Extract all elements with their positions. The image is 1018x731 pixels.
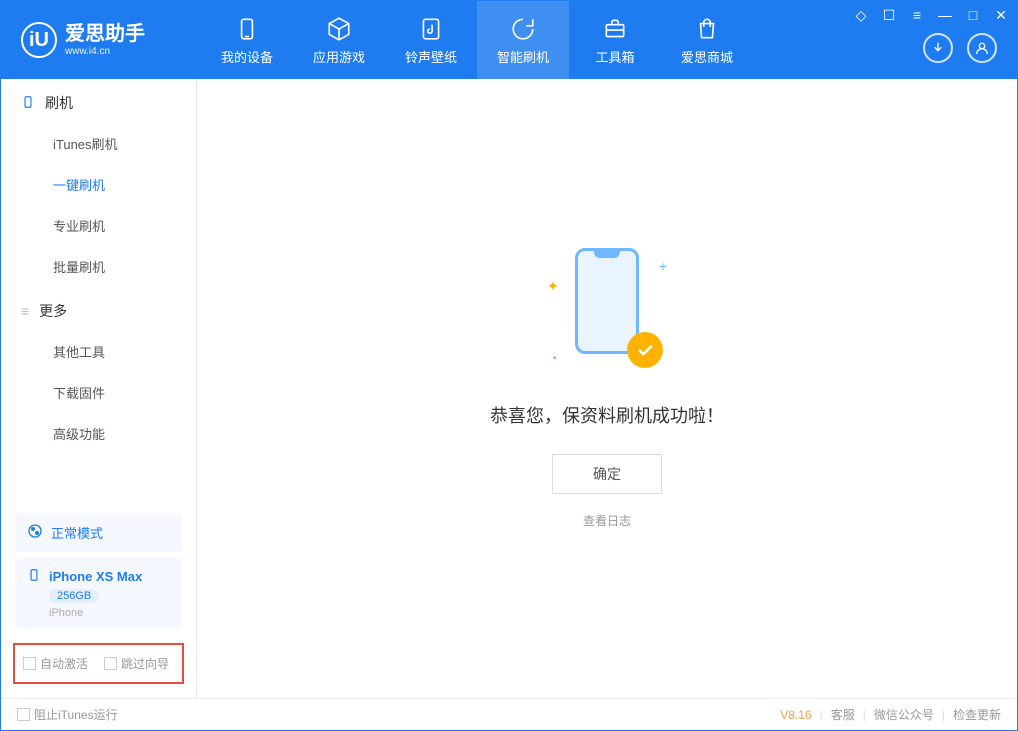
app-subtitle: www.i4.cn xyxy=(65,46,145,57)
sidebar-item-advanced[interactable]: 高级功能 xyxy=(1,413,196,454)
phone-outline-icon xyxy=(575,248,639,354)
tab-apps-games[interactable]: 应用游戏 xyxy=(293,1,385,79)
sidebar-group-flash: 刷机 xyxy=(1,79,196,123)
sidebar-item-oneclick-flash[interactable]: 一键刷机 xyxy=(1,164,196,205)
tab-toolbox[interactable]: 工具箱 xyxy=(569,1,661,79)
sidebar-item-pro-flash[interactable]: 专业刷机 xyxy=(1,205,196,246)
user-button[interactable] xyxy=(967,33,997,63)
tab-my-device[interactable]: 我的设备 xyxy=(201,1,293,79)
tab-label: 铃声壁纸 xyxy=(405,47,457,66)
view-log-link[interactable]: 查看日志 xyxy=(583,512,631,529)
tab-label: 我的设备 xyxy=(221,47,273,66)
tab-smart-flash[interactable]: 智能刷机 xyxy=(477,1,569,79)
sparkle-icon: + xyxy=(659,258,667,274)
sidebar-item-itunes-flash[interactable]: iTunes刷机 xyxy=(1,123,196,164)
sidebar-item-other-tools[interactable]: 其他工具 xyxy=(1,331,196,372)
version-label: V8.16 xyxy=(780,708,811,722)
refresh-shield-icon xyxy=(509,15,537,43)
shopping-bag-icon xyxy=(693,15,721,43)
sidebar: 刷机 iTunes刷机 一键刷机 专业刷机 批量刷机 ≡ 更多 其他工具 下载固… xyxy=(1,79,197,698)
minimize-icon[interactable]: — xyxy=(937,7,953,24)
toolbox-icon xyxy=(601,15,629,43)
ok-button[interactable]: 确定 xyxy=(552,454,662,494)
tab-ringtones-wallpapers[interactable]: 铃声壁纸 xyxy=(385,1,477,79)
checkbox-label: 跳过向导 xyxy=(121,655,169,672)
checkbox-block-itunes[interactable]: 阻止iTunes运行 xyxy=(17,706,118,723)
check-badge-icon xyxy=(627,332,663,368)
logo-icon: iU xyxy=(21,22,57,58)
header: iU 爱思助手 www.i4.cn 我的设备 应用游戏 xyxy=(1,1,1017,79)
device-name: iPhone XS Max xyxy=(49,569,142,584)
checkbox-label: 自动激活 xyxy=(40,655,88,672)
sidebar-item-download-firmware[interactable]: 下载固件 xyxy=(1,372,196,413)
menu-icon[interactable]: ≡ xyxy=(909,7,925,24)
cube-icon xyxy=(325,15,353,43)
tab-store[interactable]: 爱思商城 xyxy=(661,1,753,79)
checkbox-skip-guide[interactable]: 跳过向导 xyxy=(104,655,169,672)
sparkle-icon: ✦ xyxy=(547,278,559,295)
mode-card[interactable]: 正常模式 xyxy=(15,513,182,552)
feedback-icon[interactable]: ☐ xyxy=(881,7,897,24)
group-title: 刷机 xyxy=(45,93,73,113)
link-support[interactable]: 客服 xyxy=(831,706,855,723)
link-wechat[interactable]: 微信公众号 xyxy=(874,706,934,723)
logo-section: iU 爱思助手 www.i4.cn xyxy=(1,22,201,58)
mode-label: 正常模式 xyxy=(51,523,103,542)
mode-icon xyxy=(27,523,43,542)
app-title: 爱思助手 xyxy=(65,24,145,44)
status-bar: 阻止iTunes运行 V8.16 | 客服 | 微信公众号 | 检查更新 xyxy=(1,698,1017,730)
window-controls: ◇ ☐ ≡ — □ ✕ xyxy=(853,7,1009,24)
main-content: ✦ + • 恭喜您，保资料刷机成功啦！ 确定 查看日志 xyxy=(197,79,1017,698)
maximize-icon[interactable]: □ xyxy=(965,7,981,24)
device-card[interactable]: iPhone XS Max 256GB iPhone xyxy=(15,558,182,629)
device-phone-icon xyxy=(27,568,41,585)
download-button[interactable] xyxy=(923,33,953,63)
phone-small-icon xyxy=(21,95,35,112)
sidebar-item-batch-flash[interactable]: 批量刷机 xyxy=(1,246,196,287)
device-type: iPhone xyxy=(49,607,170,619)
checkbox-auto-activate[interactable]: 自动激活 xyxy=(23,655,88,672)
success-message: 恭喜您，保资料刷机成功啦！ xyxy=(490,402,724,428)
phone-icon xyxy=(233,15,261,43)
device-storage: 256GB xyxy=(49,589,99,603)
checkbox-box-icon xyxy=(104,657,117,670)
close-icon[interactable]: ✕ xyxy=(993,7,1009,24)
success-illustration: ✦ + • xyxy=(547,248,667,378)
checkbox-box-icon xyxy=(17,708,30,721)
link-check-update[interactable]: 检查更新 xyxy=(953,706,1001,723)
tab-label: 智能刷机 xyxy=(497,47,549,66)
sparkle-icon: • xyxy=(553,353,557,364)
tab-label: 爱思商城 xyxy=(681,47,733,66)
group-title: 更多 xyxy=(39,301,67,321)
tab-label: 应用游戏 xyxy=(313,47,365,66)
music-file-icon xyxy=(417,15,445,43)
tshirt-icon[interactable]: ◇ xyxy=(853,7,869,24)
checkbox-label: 阻止iTunes运行 xyxy=(34,706,118,723)
tab-label: 工具箱 xyxy=(595,47,634,66)
sidebar-group-more: ≡ 更多 xyxy=(1,287,196,331)
checkbox-row-highlighted: 自动激活 跳过向导 xyxy=(13,643,184,684)
list-icon: ≡ xyxy=(21,303,29,319)
checkbox-box-icon xyxy=(23,657,36,670)
